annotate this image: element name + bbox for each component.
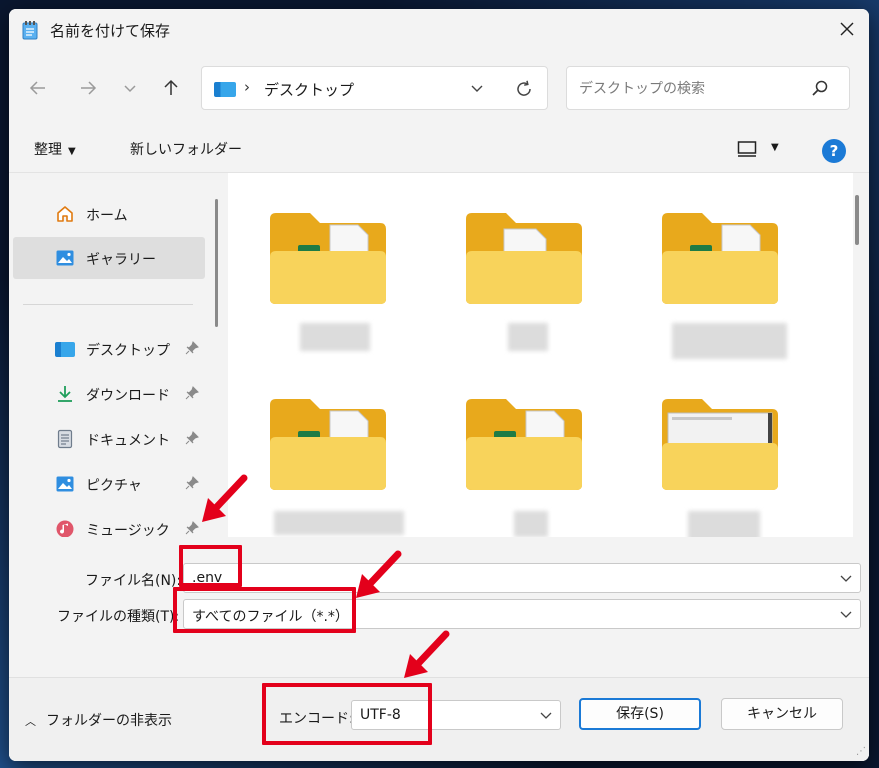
sidebar-item-documents[interactable]: ドキュメント — [13, 418, 205, 460]
search-box[interactable] — [566, 66, 850, 110]
excel-folder-icon: x — [270, 213, 386, 304]
recent-locations-button[interactable] — [115, 73, 145, 103]
view-caret-icon[interactable]: ▼ — [771, 142, 779, 153]
window-title: 名前を付けて保存 — [50, 22, 171, 40]
cancel-button[interactable]: キャンセル — [721, 698, 843, 730]
command-bar: 整理 ▼ 新しいフォルダー ▼ ? — [9, 127, 869, 173]
gallery-icon — [56, 250, 74, 266]
help-button[interactable]: ? — [822, 139, 846, 163]
file-name-blurred — [672, 323, 787, 359]
caret-down-icon: ▼ — [68, 146, 76, 157]
chevron-up-icon: ︿ — [25, 715, 36, 728]
pin-icon[interactable] — [184, 340, 200, 356]
download-icon — [58, 386, 72, 402]
address-bar[interactable]: › デスクトップ — [201, 66, 548, 110]
chevron-down-icon[interactable] — [540, 711, 552, 721]
up-button[interactable] — [156, 73, 186, 103]
new-folder-button[interactable]: 新しいフォルダー — [130, 139, 242, 159]
red-arrow-icon — [202, 474, 248, 522]
sidebar-item-gallery[interactable]: ギャラリー — [13, 237, 205, 279]
search-icon[interactable] — [811, 79, 829, 101]
pin-icon[interactable] — [184, 385, 200, 401]
breadcrumb-desktop[interactable]: デスクトップ — [264, 79, 354, 100]
sidebar-item-label: ダウンロード — [86, 388, 170, 404]
document-folder-icon — [466, 213, 582, 304]
search-input[interactable] — [579, 77, 799, 101]
folder-item[interactable]: x — [248, 369, 408, 549]
file-name-blurred — [514, 511, 548, 537]
folder-item[interactable] — [640, 369, 800, 549]
organize-label: 整理 — [34, 142, 62, 158]
music-icon — [56, 520, 74, 538]
sidebar-item-home[interactable]: ホーム — [13, 193, 205, 235]
sidebar-item-label: ピクチャ — [86, 478, 142, 494]
pin-icon[interactable] — [184, 430, 200, 446]
folder-item[interactable]: x — [444, 369, 604, 549]
excel-folder-icon: x — [270, 399, 386, 490]
close-icon — [840, 22, 854, 36]
highlight-filename — [179, 545, 242, 587]
red-arrow-icon — [356, 550, 402, 598]
navigation-pane: ホーム ギャラリー デスクトップ ダウンロード ドキュメント ピクチャ ミュージ… — [9, 173, 214, 539]
title-bar: 名前を付けて保存 — [9, 9, 869, 51]
view-options-icon[interactable] — [737, 140, 757, 158]
folder-item[interactable]: x — [248, 183, 408, 363]
close-button[interactable] — [825, 9, 869, 51]
arrow-left-icon — [29, 81, 45, 95]
file-list: x x — [228, 173, 853, 541]
hide-folders-toggle[interactable]: ︿ フォルダーの非表示 — [25, 710, 172, 730]
refresh-icon[interactable] — [514, 79, 534, 99]
document-icon — [57, 429, 73, 449]
chevron-down-icon — [124, 85, 136, 93]
filetype-label: ファイルの種類(T): — [57, 609, 180, 625]
home-icon — [57, 206, 73, 222]
red-arrow-icon — [404, 630, 450, 678]
file-list-scrollbar[interactable] — [855, 195, 859, 245]
sidebar-item-desktop[interactable]: デスクトップ — [13, 328, 205, 370]
screenshot-folder-icon — [662, 399, 778, 490]
organize-menu[interactable]: 整理 ▼ — [34, 139, 76, 159]
forward-button[interactable] — [73, 73, 103, 103]
sidebar-item-label: デスクトップ — [86, 343, 170, 359]
chevron-down-icon[interactable] — [840, 574, 852, 584]
highlight-encoding — [262, 683, 432, 745]
file-name-blurred — [300, 323, 370, 351]
sidebar-item-label: ギャラリー — [86, 252, 156, 268]
sidebar-item-pictures[interactable]: ピクチャ — [13, 463, 205, 505]
save-button[interactable]: 保存(S) — [579, 698, 701, 730]
sidebar-item-label: ドキュメント — [86, 433, 170, 449]
pin-icon[interactable] — [184, 475, 200, 491]
desktop-icon — [214, 82, 236, 97]
arrow-right-icon — [81, 81, 97, 95]
desktop-icon — [55, 342, 75, 357]
navigation-bar: › デスクトップ — [9, 61, 869, 117]
sidebar-item-label: ホーム — [86, 208, 128, 224]
pictures-icon — [56, 476, 74, 492]
hide-folders-label: フォルダーの非表示 — [46, 713, 172, 729]
file-name-blurred — [274, 511, 404, 535]
chevron-down-icon[interactable] — [840, 610, 852, 620]
filename-label: ファイル名(N): — [85, 573, 182, 589]
resize-grip-icon[interactable]: ⋰ — [856, 746, 866, 757]
sidebar-divider — [23, 304, 193, 305]
notepad-icon — [22, 21, 38, 40]
dialog-footer: ︿ フォルダーの非表示 エンコード: UTF-8 保存(S) キャンセル ⋰ — [9, 677, 869, 761]
pin-icon[interactable] — [184, 520, 200, 536]
excel-folder-icon: x — [466, 399, 582, 490]
chevron-down-icon[interactable] — [470, 83, 484, 95]
file-name-blurred — [508, 323, 548, 351]
sidebar-scrollbar[interactable] — [215, 199, 218, 327]
highlight-filetype — [173, 587, 356, 633]
excel-folder-icon: x — [662, 213, 778, 304]
sidebar-item-downloads[interactable]: ダウンロード — [13, 373, 205, 415]
arrow-up-icon — [164, 79, 178, 95]
folder-item[interactable] — [444, 183, 604, 363]
folder-item[interactable]: x — [640, 183, 800, 363]
breadcrumb-separator: › — [244, 78, 250, 96]
back-button[interactable] — [23, 73, 53, 103]
